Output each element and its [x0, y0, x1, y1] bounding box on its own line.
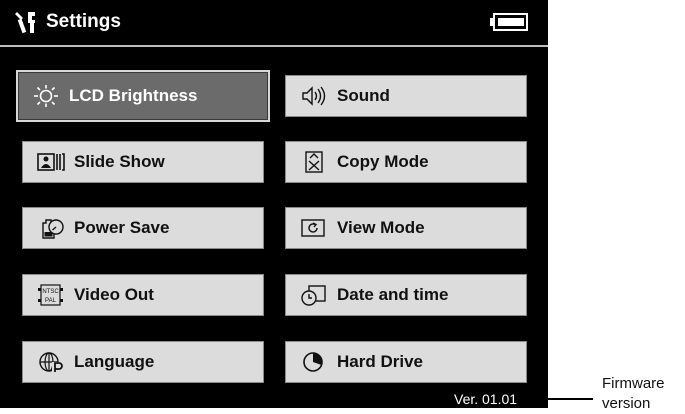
- speaker-icon: [302, 86, 326, 106]
- ntsc-pal-icon: NTSC PAL: [38, 284, 63, 306]
- copy-mode-button[interactable]: Copy Mode: [285, 141, 527, 183]
- firmware-version: Ver. 01.01: [454, 391, 518, 407]
- globe-icon: [39, 352, 64, 373]
- video-out-label: Video Out: [74, 285, 154, 304]
- power-save-button[interactable]: Power Save: [22, 207, 264, 249]
- page-title: Settings: [46, 11, 121, 32]
- date-time-label: Date and time: [337, 285, 449, 304]
- copy-mode-label: Copy Mode: [337, 152, 429, 171]
- power-save-label: Power Save: [74, 218, 170, 237]
- settings-tools-icon: [15, 12, 35, 34]
- ntsc-text: NTSC: [42, 289, 59, 295]
- lcd-brightness-label: LCD Brightness: [69, 86, 198, 105]
- callout-line-1: Firmware: [602, 375, 665, 392]
- language-button[interactable]: Language: [22, 341, 264, 383]
- callout-leader-line: [537, 398, 593, 400]
- date-time-button[interactable]: Date and time: [285, 274, 527, 316]
- hard-drive-icon: [303, 352, 323, 372]
- settings-screen: Settings LCD Brightness Sound Slide Show…: [0, 0, 548, 408]
- slide-show-button[interactable]: Slide Show: [22, 141, 264, 183]
- sound-label: Sound: [337, 86, 390, 105]
- title-divider: [0, 45, 548, 47]
- battery-icon: [490, 13, 528, 31]
- language-label: Language: [74, 352, 155, 371]
- clock-icon: [301, 285, 326, 306]
- copy-mode-icon: [305, 151, 323, 173]
- view-mode-button[interactable]: View Mode: [285, 207, 527, 249]
- view-mode-label: View Mode: [337, 218, 425, 237]
- power-save-icon: [42, 219, 64, 239]
- callout-line-2: version: [602, 395, 651, 412]
- view-mode-icon: [301, 219, 325, 237]
- lcd-brightness-button[interactable]: LCD Brightness: [16, 70, 270, 122]
- sun-icon: [34, 85, 58, 107]
- sound-button[interactable]: Sound: [285, 75, 527, 117]
- title-bar: Settings: [0, 0, 548, 44]
- hard-drive-label: Hard Drive: [337, 352, 423, 371]
- slide-show-label: Slide Show: [74, 152, 165, 171]
- hard-drive-button[interactable]: Hard Drive: [285, 341, 527, 383]
- video-out-button[interactable]: NTSC PAL Video Out: [22, 274, 264, 316]
- slideshow-icon: [37, 153, 65, 171]
- firmware-version-callout: Firmware version: [602, 374, 685, 414]
- pal-text: PAL: [45, 298, 57, 304]
